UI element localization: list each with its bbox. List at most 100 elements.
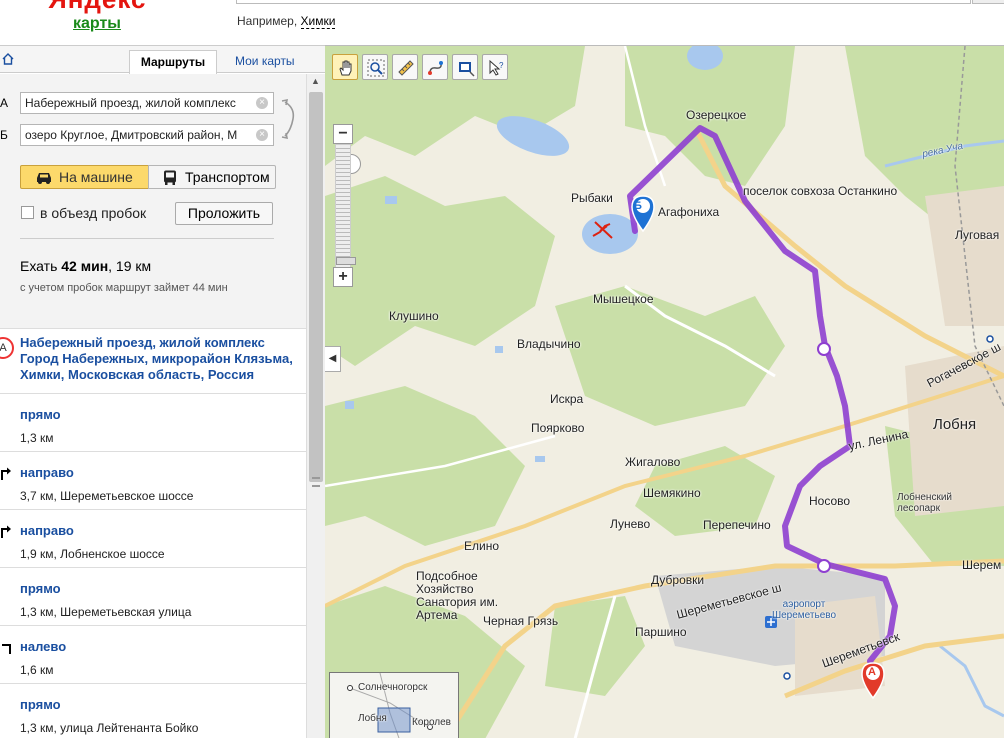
map-label-lobnya: Лобня xyxy=(933,416,977,433)
print-tool-button[interactable] xyxy=(452,54,478,80)
map-label-myshetskoe: Мышецкое xyxy=(593,292,654,306)
route-summary: Ехать 42 мин, 19 км xyxy=(20,258,151,274)
map-label-nosovo: Носово xyxy=(809,494,851,508)
drag-tool-button[interactable] xyxy=(332,54,358,80)
summary-prefix: Ехать xyxy=(20,258,58,274)
panel-tabs: Маршруты Мои карты xyxy=(0,46,325,74)
step-direction[interactable]: направо xyxy=(20,523,306,538)
search-example-link[interactable]: Химки xyxy=(300,14,336,29)
route-step[interactable]: прямо 1,3 км xyxy=(0,394,306,452)
step-direction[interactable]: прямо xyxy=(20,697,306,712)
layers-icon xyxy=(459,62,475,77)
map-label-perepechino: Перепечино xyxy=(703,518,771,532)
point-b-label: Б xyxy=(0,128,8,142)
overview-minimap[interactable]: Солнечногорск Лобня Королев xyxy=(329,672,459,738)
route-step[interactable]: направо 1,9 км, Лобненское шоссе xyxy=(0,510,306,568)
magnifier-icon xyxy=(367,59,385,77)
point-a-input[interactable]: Набережный проезд, жилой комплекс × xyxy=(20,92,274,114)
search-example-prefix: Например, xyxy=(237,14,298,28)
route-step[interactable]: прямо 1,3 км, улица Лейтенанта Бойко xyxy=(0,684,306,738)
search-input[interactable] xyxy=(236,0,971,4)
step-direction[interactable]: прямо xyxy=(20,407,306,422)
scroll-thumb[interactable] xyxy=(309,92,323,487)
zoom-slider[interactable] xyxy=(335,144,356,274)
map-label-iskra: Искра xyxy=(550,392,584,406)
search-button[interactable] xyxy=(972,0,1004,4)
summary-distance: , 19 км xyxy=(108,258,152,274)
map-label-agafonikha: Агафониха xyxy=(658,205,720,219)
turn-left-icon xyxy=(2,644,11,654)
zoom-area-tool-button[interactable] xyxy=(362,54,388,80)
map-label-rybaki: Рыбаки xyxy=(571,191,613,205)
mode-car-button[interactable]: На машине xyxy=(20,165,149,189)
point-b-input[interactable]: озеро Круглое, Дмитровский район, М × xyxy=(20,124,274,146)
map-label-shemyakino: Шемякино xyxy=(643,486,701,500)
step-direction[interactable]: прямо xyxy=(20,581,306,596)
route-start-step[interactable]: А Набережный проезд, жилой комплекс Горо… xyxy=(0,330,306,394)
route-step[interactable]: налево 1,6 км xyxy=(0,626,306,684)
tab-routes[interactable]: Маршруты xyxy=(129,50,217,74)
route-icon xyxy=(428,61,443,75)
form-divider xyxy=(20,238,274,239)
mode-transit-button[interactable]: Транспортом xyxy=(148,165,276,189)
step-info: 1,3 км xyxy=(20,431,54,445)
avoid-traffic-label[interactable]: в объезд пробок xyxy=(40,205,146,221)
point-b-value: озеро Круглое, Дмитровский район, М xyxy=(25,128,238,142)
zoom-handle[interactable] xyxy=(336,257,356,265)
summary-time: 42 мин xyxy=(61,258,109,274)
bus-icon xyxy=(164,170,176,185)
tab-my-maps[interactable]: Мои карты xyxy=(235,54,295,68)
cursor-info-icon: ? xyxy=(489,59,504,76)
step-direction[interactable]: направо xyxy=(20,465,306,480)
route-step[interactable]: прямо 1,3 км, Шереметьевская улица xyxy=(0,568,306,626)
step-info: 1,3 км, улица Лейтенанта Бойко xyxy=(20,721,199,735)
clear-point-a-icon[interactable]: × xyxy=(256,97,268,109)
map-label-posyolok-ostankino: поселок совхоза Останкино xyxy=(743,184,898,198)
map-label-poyarkovo: Поярково xyxy=(531,421,585,435)
point-a-label: А xyxy=(0,96,9,110)
maps-logo-link[interactable]: карты xyxy=(73,15,121,33)
route-step[interactable]: направо 3,7 км, Шереметьевское шоссе xyxy=(0,452,306,510)
search-example: Например, Химки xyxy=(237,14,336,29)
zoom-out-button[interactable]: − xyxy=(333,124,353,144)
map-marker-a[interactable]: А xyxy=(868,666,876,678)
clear-point-b-icon[interactable]: × xyxy=(256,129,268,141)
minimap-label-solnechnogorsk: Солнечногорск xyxy=(358,682,428,693)
hand-icon xyxy=(339,60,352,76)
home-icon[interactable] xyxy=(2,53,14,65)
start-marker-icon: А xyxy=(0,337,14,359)
step-info: 1,9 км, Лобненское шоссе xyxy=(20,547,165,561)
turn-right-icon xyxy=(1,467,11,480)
map-label-parshino: Паршино xyxy=(635,625,687,639)
car-icon xyxy=(37,173,51,184)
map-label-vladychino: Владычино xyxy=(517,337,581,351)
mode-transit-label: Транспортом xyxy=(185,169,270,185)
minimap-label-lobnya: Лобня xyxy=(358,713,387,724)
mode-car-label: На машине xyxy=(59,169,133,185)
map-canvas[interactable]: Б А Озерецкое Рыбаки Агафониха поселок с… xyxy=(325,45,1004,738)
route-steps: А Набережный проезд, жилой комплекс Горо… xyxy=(0,330,306,738)
left-panel: Маршруты Мои карты А Набережный проезд, … xyxy=(0,45,325,738)
header: Яндекс карты Например, Химки xyxy=(0,0,1004,45)
map-label-zhigalovo: Жигалово xyxy=(625,455,681,469)
swap-points-icon[interactable] xyxy=(279,98,299,140)
scroll-grip xyxy=(312,477,320,487)
select-tool-button[interactable]: ? xyxy=(482,54,508,80)
map-label-lunevo: Лунево xyxy=(610,517,651,531)
minimap-label-korolev: Королев xyxy=(412,717,451,728)
avoid-traffic-checkbox[interactable] xyxy=(21,206,34,219)
map-label-klushino: Клушино xyxy=(389,309,439,323)
map-label-elino: Елино xyxy=(464,539,500,553)
panel-scrollbar[interactable]: ▲ xyxy=(306,74,325,738)
build-route-button[interactable]: Проложить xyxy=(175,202,273,225)
ruler-tool-button[interactable] xyxy=(392,54,418,80)
map-marker-b[interactable]: Б xyxy=(634,200,642,212)
step-direction[interactable]: налево xyxy=(20,639,306,654)
zoom-control: − + xyxy=(333,100,361,288)
yandex-logo[interactable]: Яндекс xyxy=(48,0,147,15)
route-tool-button[interactable] xyxy=(422,54,448,80)
zoom-in-button[interactable]: + xyxy=(333,267,353,287)
collapse-panel-button[interactable]: ◀ xyxy=(325,346,341,372)
start-address[interactable]: Набережный проезд, жилой комплекс Город … xyxy=(20,335,306,383)
scroll-up-icon[interactable]: ▲ xyxy=(311,76,320,86)
